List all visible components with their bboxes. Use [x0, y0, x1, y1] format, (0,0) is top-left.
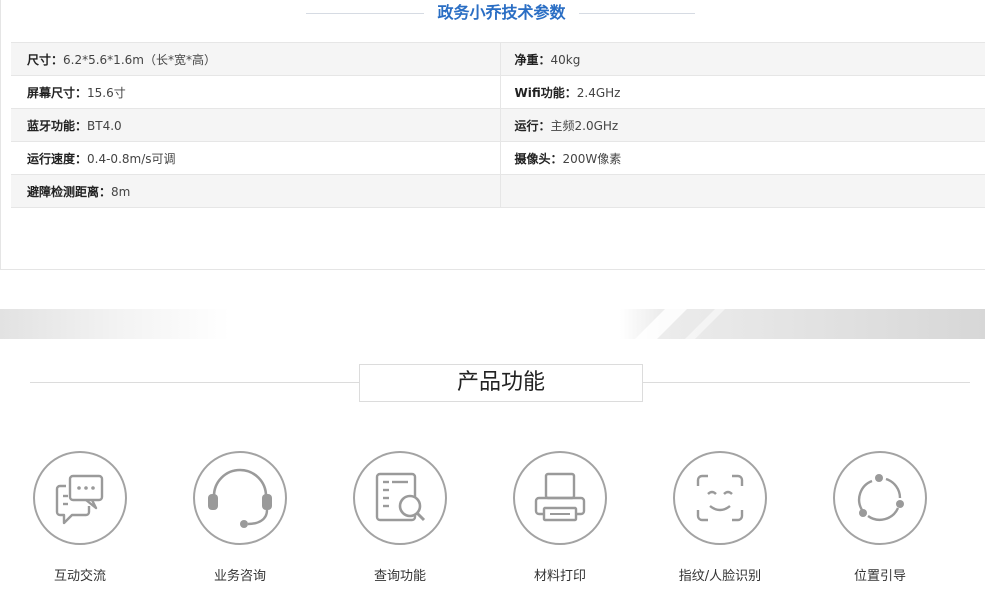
- title-divider-left: [306, 13, 424, 14]
- section-divider-left: [30, 382, 360, 383]
- band-stripe: [635, 309, 687, 339]
- function-item-query[interactable]: 查询功能: [320, 450, 480, 590]
- decorative-band: [0, 309, 985, 339]
- spec-cell: 尺寸：6.2*5.6*1.6m（长*宽*高）: [11, 42, 501, 76]
- spec-value: 200W像素: [562, 151, 622, 166]
- function-label: 材料打印: [533, 569, 586, 584]
- spec-cell: 避障检测距离：8m: [11, 174, 501, 208]
- spec-table: 尺寸：6.2*5.6*1.6m（长*宽*高） 净重：40kg 屏幕尺寸：15.6…: [11, 42, 985, 208]
- function-label: 查询功能: [373, 569, 426, 584]
- function-item-recognition[interactable]: 指纹/人脸识别: [640, 450, 800, 590]
- spec-cell-empty: [500, 174, 985, 208]
- spec-key: 摄像头：: [514, 151, 563, 166]
- spec-cell: 摄像头：200W像素: [500, 141, 985, 175]
- spec-row: 避障检测距离：8m: [11, 174, 985, 208]
- title-divider-right: [579, 13, 695, 14]
- spec-key: 运行速度：: [27, 151, 88, 166]
- spec-value: 40kg: [550, 52, 581, 67]
- headset-icon: [193, 451, 287, 545]
- spec-key: 净重：: [514, 52, 551, 67]
- location-guide-icon: [833, 451, 927, 545]
- spec-row: 尺寸：6.2*5.6*1.6m（长*宽*高） 净重：40kg: [11, 42, 985, 76]
- band-stripe: [685, 309, 725, 339]
- chat-bubbles-icon: [33, 451, 127, 545]
- spec-row: 运行速度：0.4-0.8m/s可调 摄像头：200W像素: [11, 141, 985, 175]
- functions-title: 产品功能: [359, 364, 643, 402]
- section-divider-right: [642, 382, 970, 383]
- spec-row: 蓝牙功能：BT4.0 运行：主频2.0GHz: [11, 108, 985, 142]
- function-item-consulting[interactable]: 业务咨询: [160, 450, 320, 590]
- function-label: 指纹/人脸识别: [678, 569, 762, 584]
- function-item-guide[interactable]: 位置引导: [800, 450, 960, 590]
- function-item-interaction[interactable]: 互动交流: [0, 450, 160, 590]
- spec-key: 运行：: [514, 118, 551, 133]
- function-label: 位置引导: [853, 569, 906, 584]
- spec-title: 政务小乔技术参数: [437, 3, 566, 22]
- spec-key: 避障检测距离：: [27, 184, 112, 199]
- function-label: 业务咨询: [213, 569, 266, 584]
- spec-key: Wifi功能：: [514, 85, 577, 100]
- printer-icon: [513, 451, 607, 545]
- spec-value: 6.2*5.6*1.6m（长*宽*高）: [63, 52, 216, 67]
- spec-title-bar: 政务小乔技术参数: [1, 0, 985, 28]
- function-label: 互动交流: [53, 569, 106, 584]
- spec-panel: 政务小乔技术参数 尺寸：6.2*5.6*1.6m（长*宽*高） 净重：40kg …: [0, 0, 985, 270]
- spec-cell: 屏幕尺寸：15.6寸: [11, 75, 501, 109]
- search-document-icon: [353, 451, 447, 545]
- spec-cell: 蓝牙功能：BT4.0: [11, 108, 501, 142]
- spec-key: 屏幕尺寸：: [27, 85, 88, 100]
- spec-value: BT4.0: [87, 118, 122, 133]
- spec-cell: 运行：主频2.0GHz: [500, 108, 985, 142]
- function-item-print[interactable]: 材料打印: [480, 450, 640, 590]
- spec-cell: Wifi功能：2.4GHz: [500, 75, 985, 109]
- spec-value: 2.4GHz: [576, 85, 621, 100]
- spec-value: 0.4-0.8m/s可调: [87, 151, 176, 166]
- spec-row: 屏幕尺寸：15.6寸 Wifi功能：2.4GHz: [11, 75, 985, 109]
- face-scan-icon: [673, 451, 767, 545]
- spec-key: 蓝牙功能：: [27, 118, 88, 133]
- spec-key: 尺寸：: [27, 52, 64, 67]
- spec-value: 8m: [111, 184, 131, 199]
- spec-cell: 运行速度：0.4-0.8m/s可调: [11, 141, 501, 175]
- spec-value: 主频2.0GHz: [550, 118, 619, 133]
- spec-value: 15.6寸: [87, 85, 126, 100]
- spec-cell: 净重：40kg: [500, 42, 985, 76]
